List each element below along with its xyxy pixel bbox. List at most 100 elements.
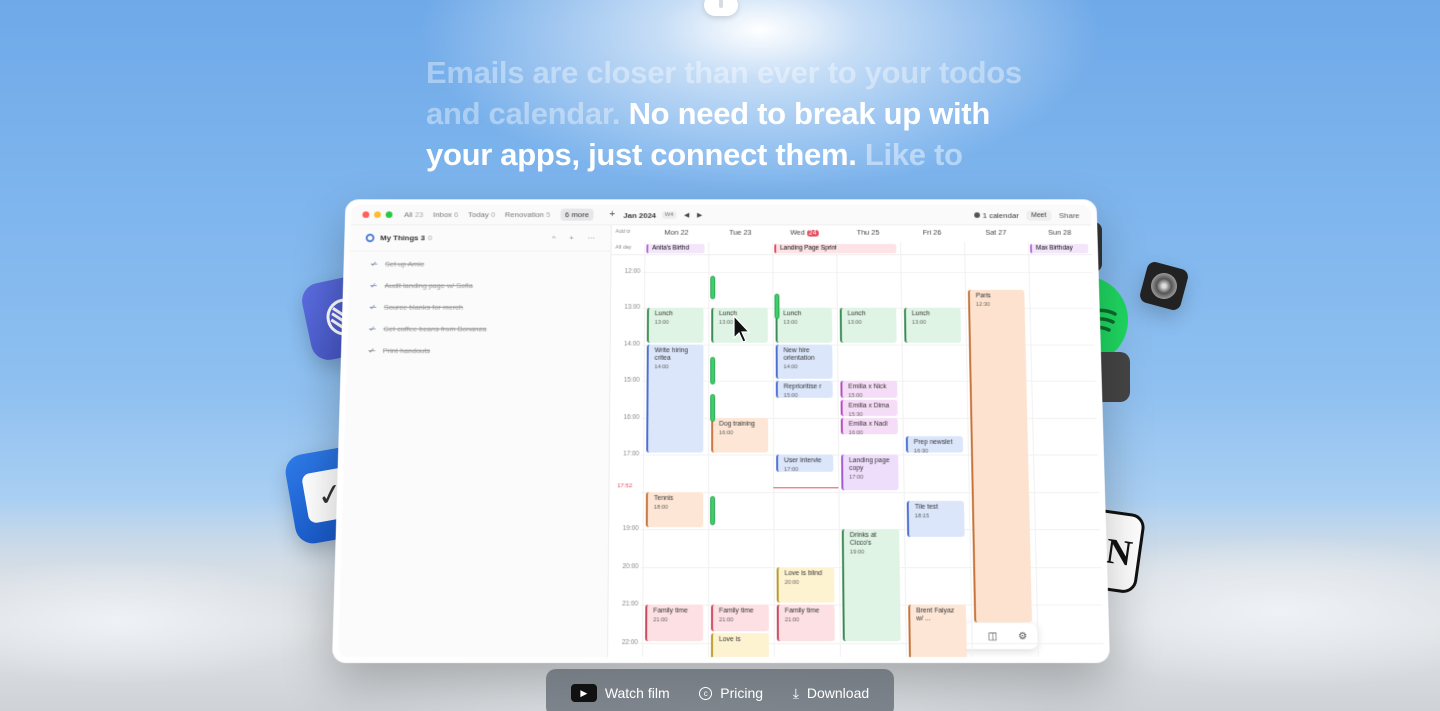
sidebar-toggle-icon[interactable]: ◫ — [988, 631, 998, 642]
day-header[interactable]: Sat 27 — [964, 228, 1028, 245]
event-time: 16:00 — [848, 430, 864, 435]
hour-label: 13:00 — [624, 304, 641, 311]
calendar-event[interactable]: Emilia x Dima 15:30 — [840, 399, 898, 416]
hour-label: 16:00 — [623, 413, 640, 421]
tab-today[interactable]: Today 0 — [468, 210, 495, 218]
zoom-window-button[interactable] — [385, 211, 393, 218]
copyright-icon: c — [699, 686, 713, 700]
hour-label: 17:00 — [623, 450, 640, 458]
calendar-event[interactable]: Family time 21:00 — [711, 604, 769, 632]
calendar-event[interactable]: Dog training 16:00 — [711, 417, 769, 453]
calendar-event[interactable]: Love is — [710, 633, 770, 658]
calendars-selector[interactable]: 1 calendar — [973, 211, 1019, 219]
todo-label: Source blanks for merch — [383, 303, 464, 312]
calendar-event[interactable]: Write hiring critea 14:00 — [646, 344, 704, 453]
day-number: 24 — [806, 230, 819, 237]
calendar-event[interactable]: Lunch 13:00 — [839, 308, 897, 343]
day-header[interactable]: Thu 25 — [836, 228, 900, 245]
next-week-button[interactable]: ▶ — [697, 211, 702, 219]
day-name: Sat — [985, 228, 997, 237]
calendar-event[interactable]: User intervie 17:00 — [776, 454, 834, 472]
calendar-event[interactable]: Love is blind 20:00 — [776, 567, 835, 603]
calendar-event[interactable]: Lunch 13:00 — [903, 308, 962, 343]
calendar-event[interactable]: Prep newslet 16:30 — [905, 436, 964, 453]
event-time: 15:00 — [848, 393, 863, 398]
pricing-button[interactable]: c Pricing — [699, 685, 763, 701]
tab-more[interactable]: 6 more — [560, 208, 594, 221]
minimize-window-button[interactable] — [373, 211, 381, 218]
event-time: 18:00 — [653, 504, 669, 511]
download-button[interactable]: ⤓ Download — [793, 685, 869, 702]
prev-week-button[interactable]: ◀ — [684, 211, 689, 219]
tab-all[interactable]: All 23 — [404, 210, 424, 218]
tab-inbox[interactable]: Inbox 6 — [433, 210, 459, 218]
calendar-event[interactable]: Reprioritise r 15:00 — [775, 381, 833, 398]
todo-item[interactable]: ✓ Audit landing page w/ Sofia — [349, 275, 611, 297]
checkmark-icon[interactable]: ✓ — [368, 346, 375, 355]
calendar-event[interactable]: Family time 21:00 — [645, 604, 704, 642]
todo-item[interactable]: ✓ Print handouts — [347, 340, 610, 362]
event-time: 14:00 — [654, 364, 669, 371]
drag-handle[interactable] — [710, 495, 716, 526]
event-time: 21:00 — [719, 617, 734, 624]
event-time: 12:30 — [975, 302, 991, 308]
day-name: Mon — [664, 228, 679, 237]
hour-line — [642, 271, 1093, 273]
bottom-nav-bar: ▶ Watch film c Pricing ⤓ Download — [546, 669, 894, 711]
drag-handle[interactable] — [710, 357, 716, 385]
event-title: User intervie — [784, 457, 822, 465]
day-header[interactable]: Tue 23 — [708, 228, 772, 245]
calendar-event[interactable]: Family time 21:00 — [776, 604, 835, 642]
watch-film-button[interactable]: ▶ Watch film — [570, 684, 670, 702]
calendar-event[interactable]: Emilia x Nadi 16:00 — [840, 417, 898, 435]
day-header[interactable]: Mon 22 — [644, 228, 708, 245]
share-button[interactable]: Share — [1059, 211, 1080, 219]
hour-line — [640, 642, 1104, 644]
close-window-button[interactable] — [362, 211, 370, 218]
day-header[interactable]: Sun 28 — [1028, 228, 1092, 245]
event-title: Tile test — [914, 504, 939, 512]
calendar-event[interactable]: Lunch 13:00 — [775, 308, 833, 343]
event-title: Reprioritise r — [783, 383, 822, 391]
day-name: Thu — [856, 228, 870, 237]
drag-handle[interactable] — [774, 293, 780, 319]
event-time: 15:00 — [783, 393, 798, 398]
more-icon[interactable]: ··· — [587, 234, 595, 242]
calendar-event[interactable]: Brent Faiyaz w/ ... — [908, 604, 968, 658]
checkmark-icon[interactable]: ✓ — [370, 303, 377, 311]
calendar-event[interactable]: Drinks at Cicco's 19:00 — [841, 529, 901, 642]
calendar-event[interactable]: Tennis 18:00 — [645, 492, 704, 528]
allday-event[interactable]: Anita's Birthd — [646, 243, 705, 254]
meet-button[interactable]: Meet — [1026, 210, 1052, 221]
collapse-icon[interactable]: ^ — [552, 234, 556, 242]
mouse-cursor-icon — [733, 314, 751, 343]
hour-label: 12:00 — [624, 268, 641, 275]
todo-item[interactable]: ✓ Source blanks for merch — [348, 296, 610, 318]
calendar-event[interactable]: Emilia x Nick 15:00 — [840, 381, 898, 398]
todo-item[interactable]: ✓ Get coffee beans from Bonanza — [347, 318, 610, 340]
drag-handle[interactable] — [710, 275, 716, 299]
checkmark-icon[interactable]: ✓ — [371, 260, 378, 268]
add-timezone-label[interactable]: Add tz — [616, 229, 631, 235]
checkmark-icon[interactable]: ✓ — [370, 281, 377, 289]
settings-gear-icon[interactable]: ⚙ — [1018, 631, 1027, 642]
todo-label: Audit landing page w/ Sofia — [384, 281, 473, 290]
calendar-event[interactable]: New hire orientation 14:00 — [775, 344, 833, 380]
todo-label: Set up Amie — [384, 259, 425, 269]
calendar-event[interactable]: Landing page copy 17:00 — [841, 454, 899, 491]
add-todo-button[interactable]: + — [569, 234, 574, 242]
todo-label: Get coffee beans from Bonanza — [383, 324, 487, 334]
event-title: Write hiring critea — [654, 347, 689, 362]
app-window: All 23 Inbox 6 Today 0 Renovation 5 6 mo… — [332, 199, 1110, 663]
allday-event[interactable]: Max Birthday — [1029, 243, 1089, 254]
event-time: 13:00 — [783, 320, 798, 326]
day-header[interactable]: Wed 24 — [772, 228, 836, 245]
calendar-event[interactable]: Tile test 18:15 — [906, 501, 965, 537]
calendar-event[interactable]: Lunch 13:00 — [646, 308, 704, 343]
tab-renovation[interactable]: Renovation 5 — [505, 210, 551, 218]
day-header[interactable]: Fri 26 — [900, 228, 964, 245]
todo-item[interactable]: ✓ Set up Amie — [349, 253, 610, 275]
checkmark-icon[interactable]: ✓ — [369, 325, 376, 334]
drag-handle[interactable] — [710, 393, 716, 422]
calendar-event[interactable]: Paris 12:30 — [967, 289, 1033, 622]
